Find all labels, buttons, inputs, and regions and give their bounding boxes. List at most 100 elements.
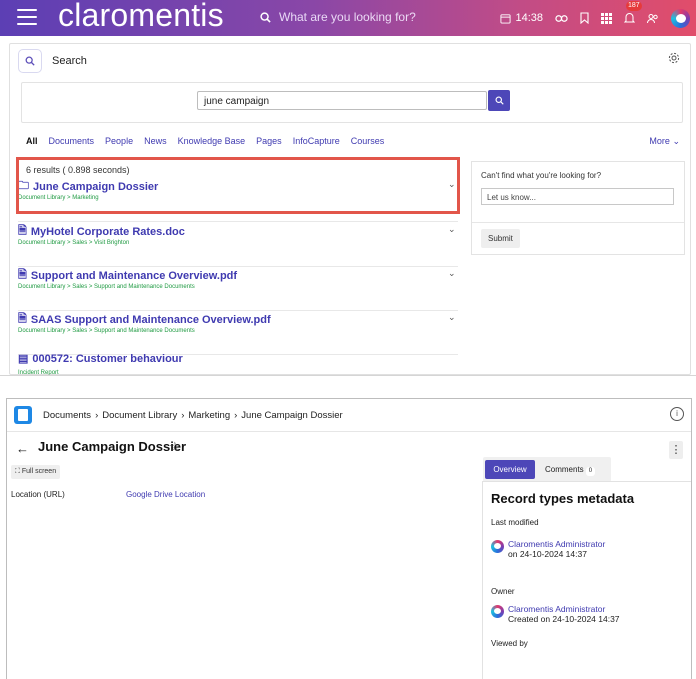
tab-knowledge-base[interactable]: Knowledge Base: [178, 136, 246, 146]
result-path: Document Library > Sales > Visit Brighto…: [18, 240, 130, 246]
documents-app-icon: [14, 406, 32, 424]
result-item[interactable]: 🗎 Support and Maintenance Overview.pdf Do…: [18, 266, 458, 311]
info-icon[interactable]: i: [670, 407, 684, 421]
tab-news[interactable]: News: [144, 136, 167, 146]
result-title-text: Support and Maintenance Overview.pdf: [30, 269, 238, 282]
tab-people[interactable]: People: [105, 136, 133, 146]
document-icon: 🗎: [18, 269, 27, 281]
chevron-down-icon[interactable]: ⌄: [448, 268, 456, 279]
breadcrumb: Documents › Document Library › Marketing › …: [43, 410, 343, 421]
result-path: Incident Report: [18, 370, 59, 376]
comments-count-badge: 0: [585, 467, 596, 476]
avatar: [491, 605, 504, 618]
tab-courses[interactable]: Courses: [351, 136, 385, 146]
global-search[interactable]: What are you looking for?: [260, 10, 416, 24]
owner-label: Owner: [491, 587, 515, 596]
avatar: [491, 540, 504, 553]
result-path: Document Library > Sales > Support and M…: [18, 328, 195, 334]
result-title-text: 000572: Customer behaviour: [32, 352, 183, 365]
owner-user-name[interactable]: Claromentis Administrator: [508, 604, 620, 614]
more-dropdown[interactable]: More ⌄: [649, 136, 680, 147]
metadata-panel: Record types metadata Last modified Clar…: [482, 481, 691, 679]
breadcrumb-current: June Campaign Dossier: [241, 410, 343, 421]
tab-infocapture[interactable]: InfoCapture: [293, 136, 340, 146]
chevron-right-icon: ›: [95, 410, 99, 421]
chevron-right-icon: ›: [234, 410, 238, 421]
result-item[interactable]: ▤ 000572: Customer behaviour Incident Rep…: [18, 352, 458, 376]
location-link[interactable]: Google Drive Location: [126, 490, 205, 499]
full-screen-label: Full screen: [21, 468, 57, 475]
filter-tabs: All Documents People News Knowledge Base…: [26, 136, 384, 146]
more-label: More: [649, 136, 670, 146]
result-item[interactable]: 🗎 MyHotel Corporate Rates.doc Document Li…: [18, 222, 458, 267]
document-icon: 🗎: [18, 313, 27, 325]
expand-icon: ⛶: [15, 468, 20, 475]
last-modified-user-name[interactable]: Claromentis Administrator: [508, 539, 605, 549]
notification-badge: 187: [626, 1, 642, 11]
metadata-heading: Record types metadata: [491, 491, 635, 506]
result-title[interactable]: 🗎 MyHotel Corporate Rates.doc: [18, 222, 185, 241]
result-title[interactable]: 🗎 SAAS Support and Maintenance Overview.p…: [18, 310, 271, 329]
search-icon: [494, 96, 504, 105]
search-bar: june campaign: [21, 82, 683, 123]
chevron-right-icon: ›: [181, 410, 185, 421]
tab-pages[interactable]: Pages: [256, 136, 282, 146]
tab-all[interactable]: All: [26, 136, 38, 146]
last-modified-date: on 24-10-2024 14:37: [508, 549, 587, 559]
result-title-text: SAAS Support and Maintenance Overview.pd…: [30, 313, 271, 326]
chevron-down-icon[interactable]: ⌄: [448, 224, 456, 235]
search-results-screen: claromentis What are you looking for? 14…: [0, 0, 696, 376]
tab-overview[interactable]: Overview: [485, 460, 535, 479]
search-panel: Search june campaign All Documents Peopl…: [9, 43, 691, 375]
search-input[interactable]: june campaign: [197, 91, 487, 110]
highlight-box: [16, 157, 460, 214]
last-modified-label: Last modified: [491, 518, 539, 527]
document-title: June Campaign Dossier: [38, 439, 187, 454]
app-logo[interactable]: claromentis: [58, 0, 224, 34]
back-arrow-icon[interactable]: ←: [16, 441, 29, 456]
bell-icon[interactable]: [624, 12, 635, 24]
global-search-placeholder: What are you looking for?: [279, 10, 416, 24]
breadcrumb-document-library[interactable]: Document Library: [102, 410, 177, 421]
link-icon[interactable]: [555, 14, 568, 23]
clock[interactable]: 14:38: [500, 12, 543, 24]
submit-button[interactable]: Submit: [481, 229, 520, 248]
result-title[interactable]: ▤ 000572: Customer behaviour: [18, 352, 183, 366]
divider: [472, 222, 684, 223]
feedback-input[interactable]: Let us know...: [481, 188, 674, 205]
breadcrumb-bar: Documents › Document Library › Marketing › …: [7, 399, 691, 432]
gear-icon[interactable]: [668, 52, 680, 67]
document-detail-screen: Documents › Document Library › Marketing › …: [6, 398, 692, 679]
owner-user: Claromentis Administrator Created on 24-…: [491, 604, 620, 624]
search-icon: [260, 11, 271, 23]
result-title-text: MyHotel Corporate Rates.doc: [30, 225, 185, 238]
search-header: Search: [18, 49, 87, 73]
apps-grid-icon[interactable]: [601, 12, 612, 24]
full-screen-button[interactable]: ⛶ Full screen: [11, 465, 61, 479]
bookmark-icon[interactable]: [580, 12, 589, 24]
form-icon: ▤: [18, 353, 29, 365]
chevron-down-icon[interactable]: ⌄: [448, 312, 456, 323]
tab-documents[interactable]: Documents: [49, 136, 95, 146]
result-item[interactable]: 🗎 SAAS Support and Maintenance Overview.p…: [18, 310, 458, 355]
breadcrumb-documents[interactable]: Documents: [43, 410, 91, 421]
search-icon: [18, 49, 42, 73]
feedback-question: Can't find what you're looking for?: [481, 171, 602, 180]
result-title[interactable]: 🗎 Support and Maintenance Overview.pdf: [18, 266, 237, 285]
topbar-actions: 14:38: [500, 6, 690, 30]
owner-created-date: Created on 24-10-2024 14:37: [508, 614, 620, 624]
tab-comments[interactable]: Comments 0: [545, 460, 596, 479]
people-icon[interactable]: [647, 13, 659, 24]
star-icon[interactable]: ☆: [169, 439, 181, 455]
breadcrumb-marketing[interactable]: Marketing: [188, 410, 230, 421]
time-text: 14:38: [515, 12, 543, 24]
user-avatar[interactable]: [671, 8, 690, 28]
feedback-panel: Can't find what you're looking for? Let …: [471, 161, 685, 255]
last-modified-user: Claromentis Administrator on 24-10-2024 …: [491, 539, 605, 559]
menu-icon[interactable]: [17, 9, 37, 27]
result-path: Document Library > Sales > Support and M…: [18, 284, 195, 290]
search-button[interactable]: [488, 90, 510, 111]
detail-tabs: Overview Comments 0: [483, 457, 611, 482]
more-options-icon[interactable]: ⋮: [669, 441, 683, 459]
location-label: Location (URL): [11, 490, 65, 499]
